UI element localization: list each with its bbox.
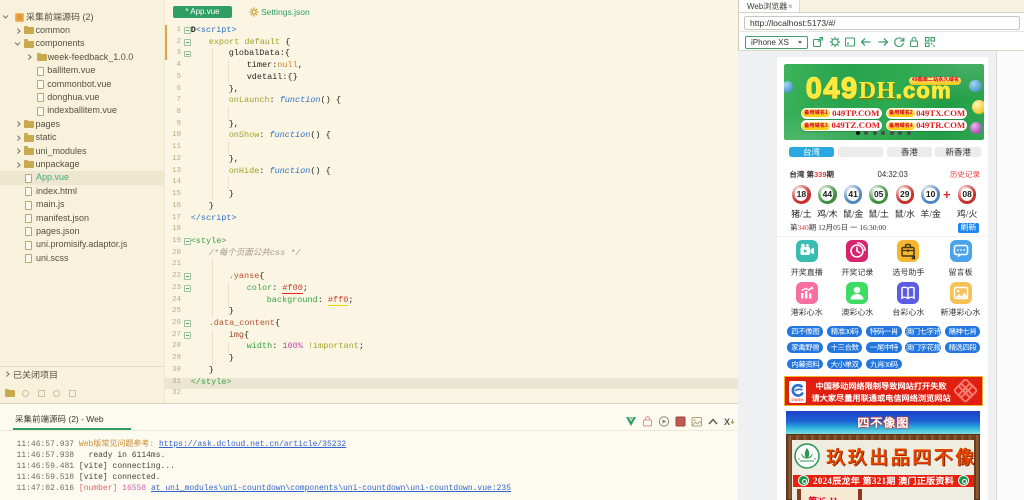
svg-text:中国电信: 中国电信	[791, 397, 805, 402]
svg-text:X: X	[724, 417, 730, 427]
